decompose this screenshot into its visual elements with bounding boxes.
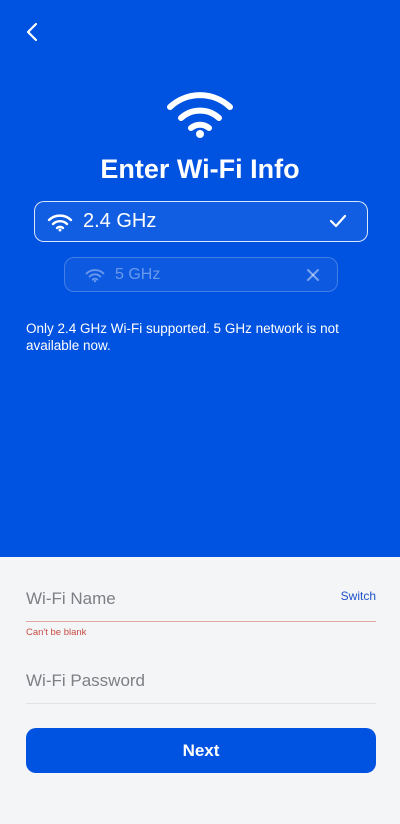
hero-panel: Enter Wi-Fi Info 2.4 GHz 5 GHz Only 2.4 … bbox=[0, 0, 400, 557]
band-notice: Only 2.4 GHz Wi-Fi supported. 5 GHz netw… bbox=[26, 321, 339, 353]
band-label: 5 GHz bbox=[115, 265, 161, 283]
close-icon bbox=[305, 267, 321, 283]
wifi-name-field: Switch bbox=[26, 584, 376, 622]
wifi-icon bbox=[47, 212, 73, 232]
band-option-2-4ghz[interactable]: 2.4 GHz bbox=[34, 201, 368, 242]
back-button[interactable] bbox=[20, 20, 44, 44]
switch-network-link[interactable]: Switch bbox=[341, 589, 376, 603]
wifi-icon bbox=[85, 267, 105, 283]
chevron-left-icon bbox=[26, 22, 38, 42]
wifi-password-field bbox=[26, 666, 376, 704]
wifi-icon bbox=[167, 92, 233, 138]
page-title: Enter Wi-Fi Info bbox=[100, 154, 300, 184]
wifi-name-input[interactable] bbox=[26, 584, 326, 614]
wifi-password-input[interactable] bbox=[26, 666, 326, 696]
band-option-5ghz: 5 GHz bbox=[64, 257, 338, 292]
next-button[interactable]: Next bbox=[26, 728, 376, 773]
wifi-name-error: Can't be blank bbox=[26, 627, 87, 638]
checkmark-icon bbox=[329, 214, 347, 228]
band-label: 2.4 GHz bbox=[83, 210, 157, 232]
